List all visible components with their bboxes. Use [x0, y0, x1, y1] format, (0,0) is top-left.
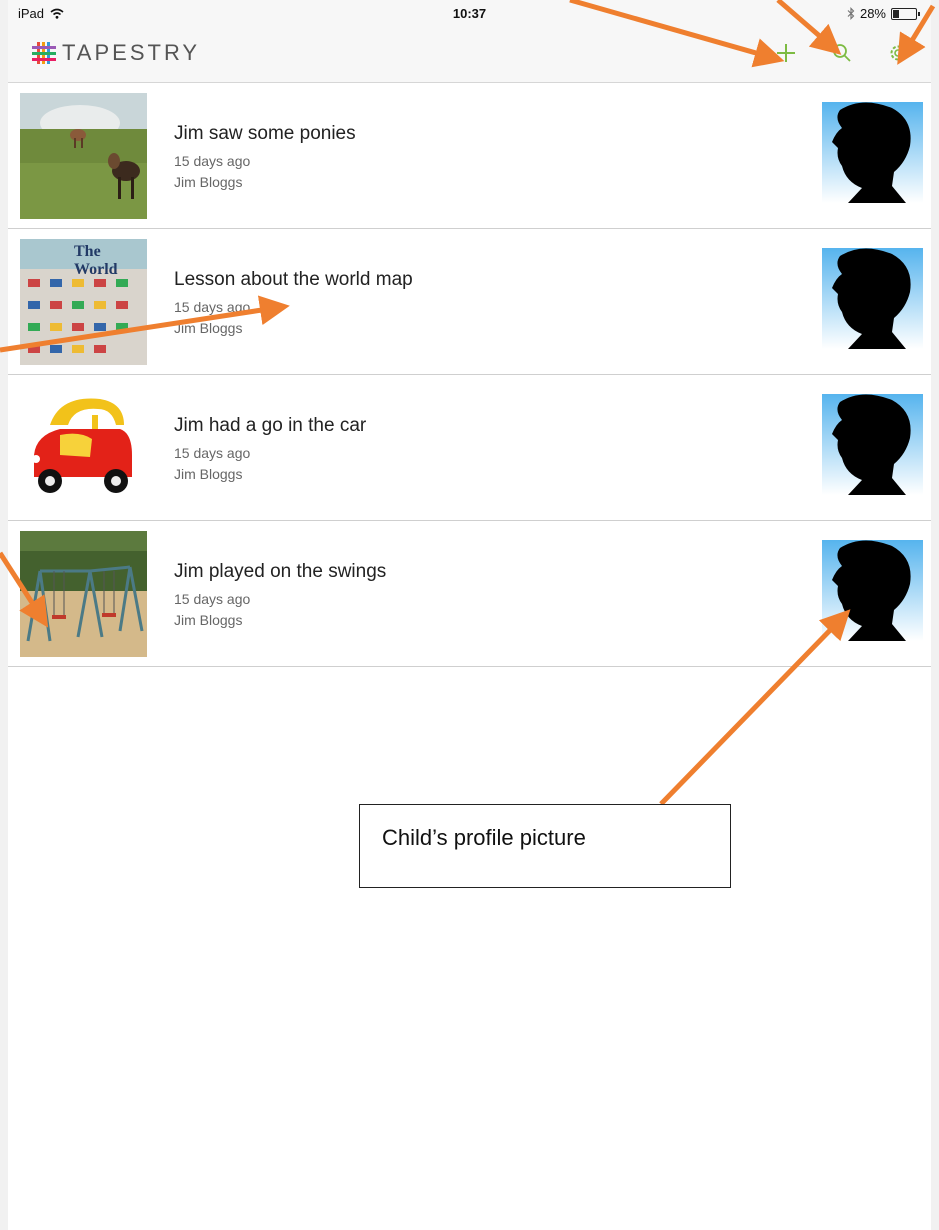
- child-silhouette-icon: [822, 394, 923, 495]
- status-right: 28%: [847, 6, 920, 21]
- feed-item-time: 15 days ago: [174, 299, 251, 315]
- feed-item[interactable]: Jim had a go in the car 15 days ago Jim …: [8, 375, 931, 521]
- add-icon: [777, 44, 795, 62]
- feed-item-title: Jim had a go in the car: [174, 415, 367, 436]
- feed-item-title: Jim saw some ponies: [174, 123, 356, 144]
- battery-icon: [891, 7, 920, 20]
- add-button[interactable]: [771, 38, 801, 68]
- feed-item-author: Jim Bloggs: [174, 466, 243, 482]
- feed-item-text: Jim played on the swings 15 days ago Jim…: [174, 561, 386, 631]
- child-avatar[interactable]: [822, 102, 923, 203]
- feed-item-time: 15 days ago: [174, 445, 251, 461]
- nav-bar: TAPESTRY: [8, 26, 931, 83]
- child-silhouette-icon: [822, 248, 923, 349]
- feed-item-time: 15 days ago: [174, 591, 251, 607]
- nav-actions: [771, 38, 913, 68]
- observation-feed: Jim saw some ponies 15 days ago Jim Blog…: [8, 83, 931, 667]
- app-logo[interactable]: TAPESTRY: [32, 40, 200, 66]
- feed-item[interactable]: Jim played on the swings 15 days ago Jim…: [8, 521, 931, 667]
- world-map-caption: The World: [74, 243, 118, 278]
- settings-button[interactable]: [883, 38, 913, 68]
- feed-item-time: 15 days ago: [174, 153, 251, 169]
- ponies-photo: [20, 93, 147, 219]
- toy-car-photo: [20, 385, 147, 511]
- swings-photo: [20, 531, 147, 657]
- child-avatar[interactable]: [822, 248, 923, 349]
- screen-edge-right: [931, 0, 939, 1230]
- feed-item-title: Jim played on the swings: [174, 561, 387, 582]
- child-avatar[interactable]: [822, 394, 923, 495]
- callout-text: Child’s profile picture: [382, 825, 586, 850]
- world-map-photo: The World: [20, 239, 147, 365]
- feed-item-author: Jim Bloggs: [174, 320, 243, 336]
- search-icon: [833, 44, 851, 62]
- app-name: TAPESTRY: [62, 40, 201, 65]
- child-silhouette-icon: [822, 102, 923, 203]
- app-window: iPad 10:37 28% TAPESTRY Jim saw some pon…: [8, 0, 931, 1230]
- bluetooth-icon: [847, 7, 855, 20]
- feed-item-text: Jim had a go in the car 15 days ago Jim …: [174, 415, 366, 485]
- annotation-callout: Child’s profile picture: [359, 804, 731, 888]
- battery-percent: 28%: [859, 6, 886, 21]
- screen-edge-left: [0, 0, 8, 1230]
- feed-item-author: Jim Bloggs: [174, 174, 243, 190]
- feed-item-text: Lesson about the world map 15 days ago J…: [174, 269, 413, 339]
- status-bar: iPad 10:37 28%: [8, 0, 931, 26]
- feed-item-author: Jim Bloggs: [174, 612, 243, 628]
- child-avatar[interactable]: [822, 540, 923, 641]
- feed-item-text: Jim saw some ponies 15 days ago Jim Blog…: [174, 123, 356, 193]
- battery-fill: [893, 9, 899, 18]
- feed-item-title: Lesson about the world map: [174, 269, 413, 290]
- settings-gear-icon: [890, 45, 906, 61]
- feed-item[interactable]: Jim saw some ponies 15 days ago Jim Blog…: [8, 83, 931, 229]
- battery-tip: [918, 11, 920, 16]
- feed-item[interactable]: The World Lesson about the world map 15 …: [8, 229, 931, 375]
- search-button[interactable]: [827, 38, 857, 68]
- tapestry-logo-icon: [32, 42, 56, 64]
- child-silhouette-icon: [822, 540, 923, 641]
- status-time: 10:37: [452, 6, 487, 21]
